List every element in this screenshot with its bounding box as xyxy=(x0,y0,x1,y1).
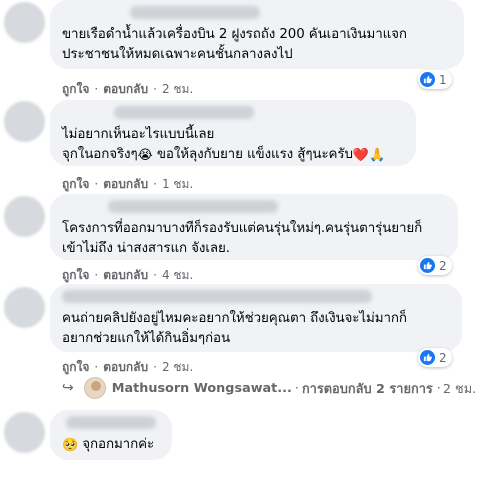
comment-bubble: โครงการที่ออกมาบางทีก็รองรับแต่คนรุ่นใหม… xyxy=(50,194,458,260)
comment-text-part: จุกอกมากค่ะ xyxy=(78,437,155,452)
like-icon xyxy=(420,258,435,273)
comment-time[interactable]: 2 ชม. xyxy=(162,360,193,374)
commenter-avatar[interactable] xyxy=(4,412,45,453)
comment-text: คนถ่ายคลิปยังอยู่ไหมคะอยากให้ช่วยคุณตา ถ… xyxy=(62,311,407,346)
commenter-name-redacted[interactable] xyxy=(66,416,156,429)
commenter-name-redacted[interactable] xyxy=(108,200,278,213)
reply-link[interactable]: ตอบกลับ xyxy=(103,177,148,191)
commenter-avatar[interactable] xyxy=(4,196,45,237)
comment-time[interactable]: 4 ชม. xyxy=(162,268,193,282)
red-heart-emoji: ❤️ xyxy=(352,148,370,163)
separator: · xyxy=(94,268,99,282)
praying-hands-emoji: 🙏 xyxy=(369,148,386,163)
comment-bubble: ไม่อยากเห็นอะไรแบบนี้เลย จุกในอกจริงๆ😭 ข… xyxy=(50,100,416,166)
commenter-avatar[interactable] xyxy=(4,2,45,43)
comment-bubble: คนถ่ายคลิปยังอยู่ไหมคะอยากให้ช่วยคุณตา ถ… xyxy=(50,284,462,352)
reaction-badge[interactable]: 1 xyxy=(418,70,452,89)
comment-actions: ถูกใจ · ตอบกลับ · 2 ชม. xyxy=(62,80,193,99)
comment-text-part: จุกในอกจริงๆ xyxy=(62,147,138,162)
like-link[interactable]: ถูกใจ xyxy=(62,268,89,282)
commenter-name-redacted[interactable] xyxy=(114,106,254,119)
commenter-name-redacted[interactable] xyxy=(62,290,372,303)
comment-time[interactable]: 1 ชม. xyxy=(162,177,193,191)
reaction-badge[interactable]: 2 xyxy=(418,348,452,367)
like-icon xyxy=(420,350,435,365)
separator: · xyxy=(153,360,157,374)
reaction-count: 1 xyxy=(439,72,447,87)
like-link[interactable]: ถูกใจ xyxy=(62,360,89,374)
like-link[interactable]: ถูกใจ xyxy=(62,177,89,191)
reaction-count: 2 xyxy=(439,350,447,365)
reply-author-name[interactable]: Mathusorn Wongsawat... xyxy=(112,381,292,396)
separator: · xyxy=(94,360,99,374)
separator: · xyxy=(294,380,299,396)
reply-time: 2 ชม. xyxy=(442,381,477,397)
separator: · xyxy=(94,177,99,191)
separator: · xyxy=(153,177,157,191)
comment-time[interactable]: 2 ชม. xyxy=(162,82,193,96)
like-link[interactable]: ถูกใจ xyxy=(62,82,89,96)
reply-link[interactable]: ตอบกลับ xyxy=(103,360,148,374)
comment-text-line-2: จุกในอกจริงๆ😭 ขอให้ลุงกับยาย แข็งแรง สู้… xyxy=(62,145,404,165)
view-replies-link[interactable]: ↪ Mathusorn Wongsawat... · การตอบกลับ 2 … xyxy=(62,375,476,401)
comment-bubble: 🥺 จุกอกมากค่ะ xyxy=(50,410,172,460)
pleading-face-emoji: 🥺 xyxy=(62,438,79,453)
separator: · xyxy=(153,268,157,282)
separator: · xyxy=(436,380,441,396)
reaction-badge[interactable]: 2 xyxy=(418,256,452,275)
commenter-avatar[interactable] xyxy=(4,101,45,142)
comment-actions: ถูกใจ · ตอบกลับ · 4 ชม. xyxy=(62,266,193,285)
comment-text: โครงการที่ออกมาบางทีก็รองรับแต่คนรุ่นใหม… xyxy=(62,221,423,256)
commenter-name-redacted[interactable] xyxy=(130,6,260,19)
commenter-avatar[interactable] xyxy=(4,287,45,328)
reply-link[interactable]: ตอบกลับ xyxy=(103,268,148,282)
reaction-count: 2 xyxy=(439,258,447,273)
crying-face-emoji: 😭 xyxy=(137,148,153,163)
comment-text: ขายเรือดำน้ำแล้วเครื่องบิน 2 ฝูงรถถัง 20… xyxy=(62,27,407,62)
like-icon xyxy=(420,72,435,87)
comment-text-part: ขอให้ลุงกับยาย แข็งแรง สู้ๆนะครับ xyxy=(152,147,353,162)
reply-arrow-icon: ↪ xyxy=(62,380,74,396)
separator: · xyxy=(94,82,99,96)
reply-count[interactable]: การตอบกลับ 2 รายการ xyxy=(302,378,433,399)
comment-actions: ถูกใจ · ตอบกลับ · 1 ชม. xyxy=(62,175,193,194)
comment-bubble: ขายเรือดำน้ำแล้วเครื่องบิน 2 ฝูงรถถัง 20… xyxy=(50,0,464,69)
reply-link[interactable]: ตอบกลับ xyxy=(103,82,148,96)
separator: · xyxy=(153,82,157,96)
reply-author-avatar xyxy=(83,377,106,399)
comment-text-line-1: ไม่อยากเห็นอะไรแบบนี้เลย xyxy=(62,127,215,142)
comment-text: 🥺 จุกอกมากค่ะ xyxy=(62,435,160,455)
